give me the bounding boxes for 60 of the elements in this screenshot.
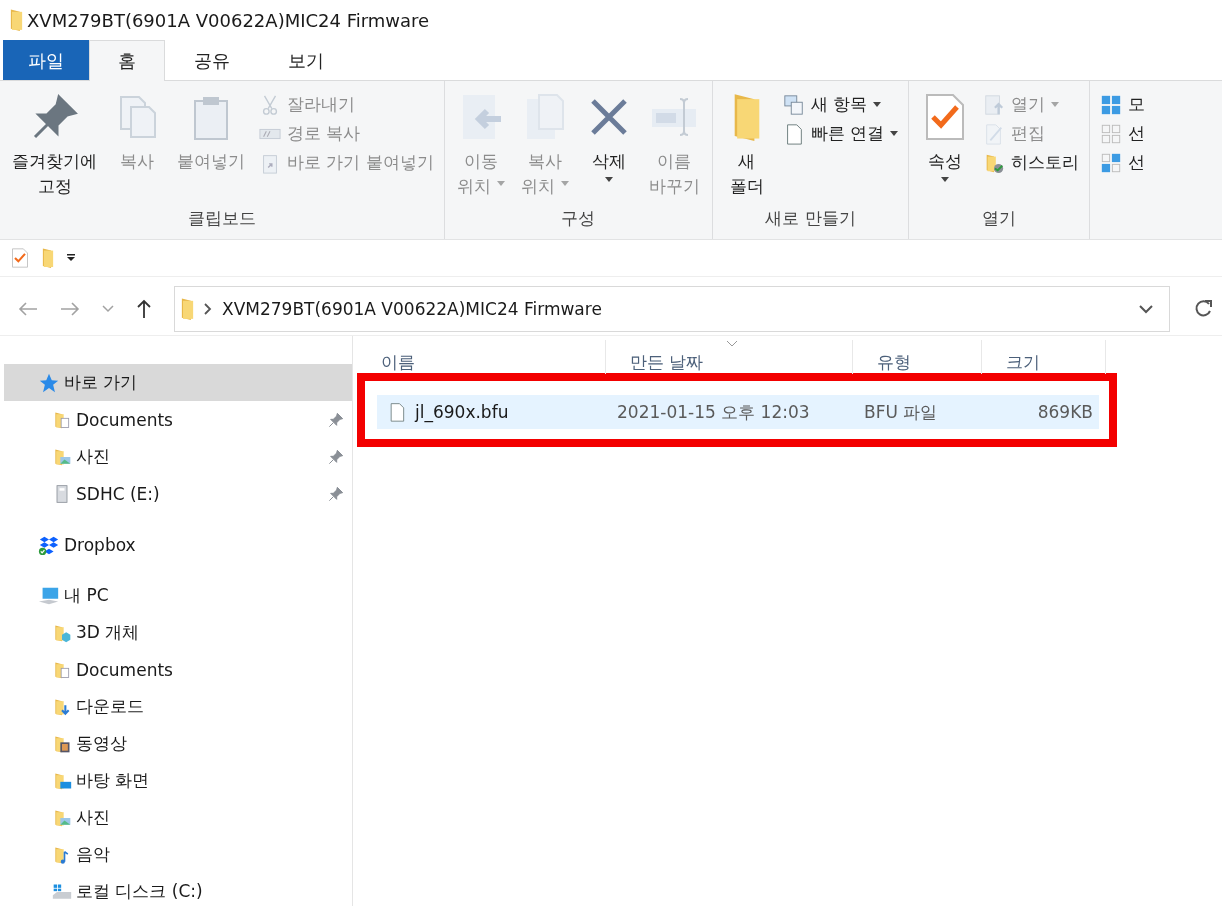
size-cell-text: 869KB bbox=[1036, 402, 1094, 422]
type-cell-text: BFU 파일 bbox=[864, 400, 939, 424]
file-row[interactable]: jl_690x.bfu 2021-01-15 오후 12:03 BFU 파일 869KB bbox=[377, 395, 1099, 429]
nav-item[interactable]: 사진 bbox=[4, 438, 352, 475]
ribbon-button[interactable]: 히스토리 bbox=[979, 149, 1084, 176]
column-header[interactable]: 크기 bbox=[982, 340, 1106, 374]
ribbon-button[interactable]: 모 bbox=[1096, 91, 1150, 118]
ribbon-button[interactable]: 새 항목 bbox=[778, 91, 903, 118]
pin-icon[interactable] bbox=[328, 411, 344, 428]
ribbon-button[interactable]: 빠른 연결 bbox=[778, 120, 903, 147]
ribbon-button[interactable]: 즐겨찾기에 고정 bbox=[6, 87, 103, 207]
nav-item[interactable]: 로컬 디스크 (C:) bbox=[4, 873, 352, 906]
group-label: 클립보드 bbox=[186, 207, 257, 230]
file-name: jl_690x.bfu bbox=[415, 402, 509, 422]
folder-icon bbox=[181, 298, 194, 320]
ribbon-button[interactable]: 속성 bbox=[915, 87, 976, 207]
window-title: XVM279BT(6901A V00622A)MIC24 Firmware bbox=[27, 9, 430, 31]
ribbon-button[interactable]: 삭제 bbox=[578, 87, 639, 207]
empty-grid-icon bbox=[1100, 122, 1123, 145]
open-icon bbox=[983, 93, 1006, 116]
nav-item[interactable]: Documents bbox=[4, 651, 352, 688]
column-header[interactable]: 만든 날짜 bbox=[606, 340, 853, 374]
address-bar[interactable]: XVM279BT(6901A V00622A)MIC24 Firmware bbox=[174, 286, 1170, 332]
column-header[interactable]: 유형 bbox=[853, 340, 982, 374]
group-label: 구성 bbox=[560, 207, 597, 230]
pin-icon[interactable] bbox=[328, 485, 344, 502]
folder-icon bbox=[42, 248, 54, 268]
checkmark-page-icon bbox=[10, 248, 30, 268]
path-segment[interactable]: XVM279BT(6901A V00622A)MIC24 Firmware bbox=[222, 299, 602, 319]
file-menu-tab[interactable]: 파일 bbox=[3, 40, 89, 80]
grid-icon bbox=[1100, 93, 1123, 116]
chevron-right-icon bbox=[204, 303, 212, 315]
date-cell-text: 2021-01-15 오후 12:03 bbox=[617, 400, 811, 424]
up-arrow-icon[interactable] bbox=[136, 299, 152, 319]
customize-menu-icon[interactable] bbox=[66, 253, 76, 263]
nav-item[interactable]: 다운로드 bbox=[4, 688, 352, 725]
folder-icon bbox=[732, 93, 761, 141]
new-item-icon bbox=[782, 93, 805, 116]
nav-item[interactable]: Documents bbox=[4, 401, 352, 438]
pin-icon[interactable] bbox=[328, 448, 344, 465]
ribbon-tab[interactable]: 홈 bbox=[89, 40, 165, 81]
nav-item[interactable]: 음악 bbox=[4, 836, 352, 873]
partial-grid-icon bbox=[1100, 151, 1123, 174]
group-label: 열기 bbox=[981, 207, 1018, 230]
sort-caret-icon bbox=[726, 340, 738, 347]
ribbon-button[interactable]: 새 폴더 bbox=[718, 87, 775, 207]
nav-item[interactable]: Dropbox bbox=[4, 526, 352, 563]
folder-icon bbox=[10, 9, 23, 31]
chevron-down-icon[interactable] bbox=[1139, 304, 1153, 314]
nav-item[interactable]: SDHC (E:) bbox=[4, 475, 352, 512]
nav-item[interactable]: 바로 가기 bbox=[4, 364, 352, 401]
group-label: 새로 만들기 bbox=[764, 207, 857, 230]
ribbon-button[interactable]: 선 bbox=[1096, 149, 1150, 176]
nav-item[interactable]: 내 PC bbox=[4, 577, 352, 614]
column-header[interactable]: 이름 bbox=[357, 340, 606, 374]
ribbon-button[interactable]: 선 bbox=[1096, 120, 1150, 147]
nav-item[interactable]: 동영상 bbox=[4, 725, 352, 762]
nav-item[interactable]: 바탕 화면 bbox=[4, 762, 352, 799]
nav-item[interactable]: 사진 bbox=[4, 799, 352, 836]
nav-item[interactable]: 3D 개체 bbox=[4, 614, 352, 651]
